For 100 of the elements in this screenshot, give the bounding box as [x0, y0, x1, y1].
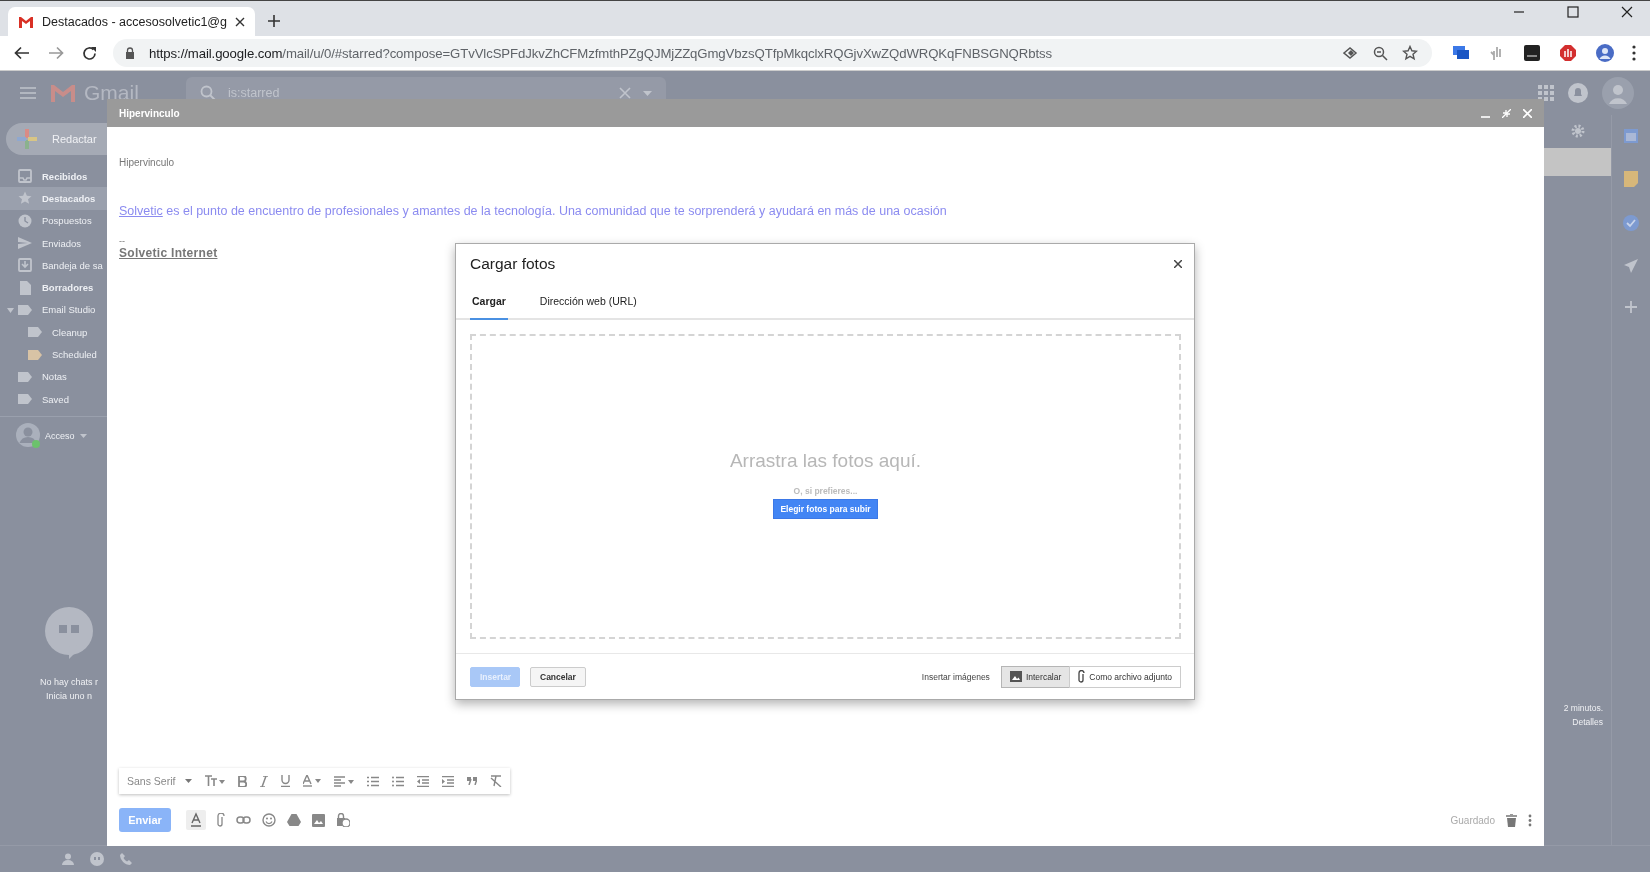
person-icon[interactable]	[62, 853, 74, 865]
sidebar-item[interactable]: Scheduled	[0, 343, 108, 366]
compose-title: Hipervinculo	[119, 107, 180, 119]
address-bar[interactable]: https://mail.google.com/mail/u/0/#starred?compose=GTvVlcSPFdJkvZhCFMzfmthPZgQJMjZZqGmgVbzsQTfpMkqclxRQGjvXwZQdWRQKqFNBSGNQRbtss	[113, 39, 1432, 67]
quote-bubble-icon	[45, 607, 93, 660]
image-icon[interactable]	[312, 813, 325, 827]
underline-icon[interactable]	[281, 775, 291, 787]
drop-text: Arrastra las fotos aquí.	[729, 450, 922, 472]
image-icon	[1009, 671, 1022, 682]
dialog-title: Cargar fotos	[470, 255, 556, 273]
caret-icon	[185, 779, 193, 783]
phone-icon[interactable]	[120, 853, 132, 865]
sidebar-item[interactable]: Bandeja de sa	[0, 254, 108, 277]
close-icon[interactable]	[1174, 260, 1182, 268]
lock-clock-icon[interactable]	[336, 813, 350, 827]
screens-icon[interactable]	[1452, 45, 1470, 61]
expand-icon[interactable]	[1502, 108, 1511, 118]
avatar-icon[interactable]	[1596, 44, 1614, 62]
tab-title: Destacados - accesosolvetic1@g	[42, 14, 227, 29]
saved-status: Guardado	[1450, 814, 1495, 826]
new-tab-icon[interactable]	[267, 14, 281, 28]
insert-option[interactable]: Intercalar	[1000, 665, 1071, 688]
text-color-icon[interactable]	[303, 775, 322, 787]
sidebar-item[interactable]: Cleanup	[0, 321, 108, 344]
sidebar-item[interactable]: Email Studio	[0, 298, 108, 322]
sidebar-item[interactable]: Pospuestos	[0, 209, 108, 232]
signature-separator: --	[119, 236, 126, 246]
search-icon	[200, 85, 216, 101]
bulleted-list-icon[interactable]	[392, 775, 405, 787]
back-icon[interactable]	[14, 46, 30, 60]
url-host: https://mail.google.com	[149, 45, 283, 61]
font-name: Sans Serif	[127, 775, 176, 787]
paperclip-icon[interactable]	[217, 813, 225, 827]
maximize-icon[interactable]	[1567, 5, 1579, 18]
sidebar-item[interactable]: Destacados	[0, 187, 108, 210]
reload-icon[interactable]	[82, 45, 97, 61]
clear-format-icon[interactable]	[490, 775, 503, 787]
account-label[interactable]: Acceso	[45, 431, 75, 442]
url-path: /mail/u/0/#starred?compose=GTvVlcSPFdJkvZhCFMzfmthPZgQJMjZZqGmgVbzsQTfpMkqclxRQGjvXwZQdWRQKqFNBSGNQRbtss	[282, 45, 1052, 61]
sidebar-item[interactable]: Enviados	[0, 231, 108, 255]
trash-icon[interactable]	[1506, 813, 1517, 827]
emoji-icon[interactable]	[262, 813, 276, 827]
chat-bubble-icon[interactable]	[90, 852, 104, 866]
italic-icon[interactable]	[260, 775, 269, 787]
sidebar-item[interactable]: Recibidos	[0, 165, 108, 188]
dialog-tab[interactable]: Cargar	[470, 284, 508, 320]
more-icon[interactable]	[1632, 45, 1636, 61]
apps-icon[interactable]	[1538, 85, 1554, 101]
download-icon	[18, 258, 32, 273]
chat-empty-text: No hay chats r	[40, 677, 98, 688]
zoom-out-icon[interactable]	[1373, 45, 1388, 61]
check-icon[interactable]	[1623, 215, 1639, 231]
label-icon	[18, 369, 32, 384]
send-button[interactable]: Enviar	[119, 808, 171, 832]
signature: Solvetic Internet	[119, 246, 219, 260]
star-icon[interactable]	[1402, 45, 1418, 61]
insert-images-label: Insertar imágenes	[921, 671, 990, 682]
paperclip-icon	[1078, 670, 1086, 683]
bell-icon[interactable]	[1568, 83, 1588, 103]
numbered-list-icon[interactable]	[367, 775, 380, 787]
caret-icon[interactable]	[79, 434, 87, 439]
inbox-icon	[18, 169, 32, 184]
cancel-button[interactable]: Cancelar	[530, 666, 586, 687]
text-size-icon[interactable]	[205, 775, 226, 787]
caret-icon[interactable]	[7, 307, 14, 313]
close-icon[interactable]	[235, 16, 245, 27]
font-select[interactable]: Sans Serif	[127, 775, 193, 787]
quote-icon[interactable]	[467, 777, 478, 785]
close-icon[interactable]	[1621, 5, 1633, 18]
dialog-tab[interactable]: Dirección web (URL)	[537, 284, 639, 320]
drop-zone[interactable]: Arrastra las fotos aquí. O, si prefieres... Elegir fotos para subir	[470, 334, 1181, 639]
label-icon	[28, 325, 42, 340]
avatar-icon	[16, 423, 40, 450]
chat-empty-text: Inicia uno n	[45, 691, 92, 702]
sidebar-item[interactable]: Saved	[0, 387, 108, 411]
insert-option[interactable]: Como archivo adjunto	[1069, 665, 1181, 688]
details-link[interactable]: Detalles	[1572, 717, 1603, 727]
outdent-icon[interactable]	[417, 775, 430, 787]
gmail-logo-icon	[50, 83, 76, 103]
alternative-text: O, si prefieres...	[793, 486, 858, 496]
link[interactable]: Solvetic	[119, 204, 163, 218]
choose-photos-button[interactable]: Elegir fotos para subir	[773, 499, 878, 519]
browser-tab[interactable]: Destacados - accesosolvetic1@g	[8, 7, 255, 36]
label-icon	[18, 392, 32, 407]
body-text: Hipervinculo	[119, 157, 176, 168]
send-icon[interactable]	[1624, 259, 1638, 273]
align-icon[interactable]	[334, 775, 355, 787]
forward-icon[interactable]	[48, 46, 64, 60]
label-icon	[18, 302, 32, 317]
plus-icon[interactable]	[1625, 301, 1637, 313]
sidebar-item[interactable]: Notas	[0, 365, 108, 388]
activity-text: 2 minutos.	[1563, 703, 1603, 713]
link-icon[interactable]	[236, 816, 251, 824]
clock-icon	[18, 213, 32, 228]
lock-icon	[125, 47, 135, 59]
bold-icon[interactable]	[238, 775, 248, 787]
indent-icon[interactable]	[442, 775, 455, 787]
sidebar-item[interactable]: Borradores	[0, 276, 108, 299]
text-format-icon[interactable]	[186, 810, 206, 830]
settings-icon[interactable]	[1571, 124, 1585, 138]
